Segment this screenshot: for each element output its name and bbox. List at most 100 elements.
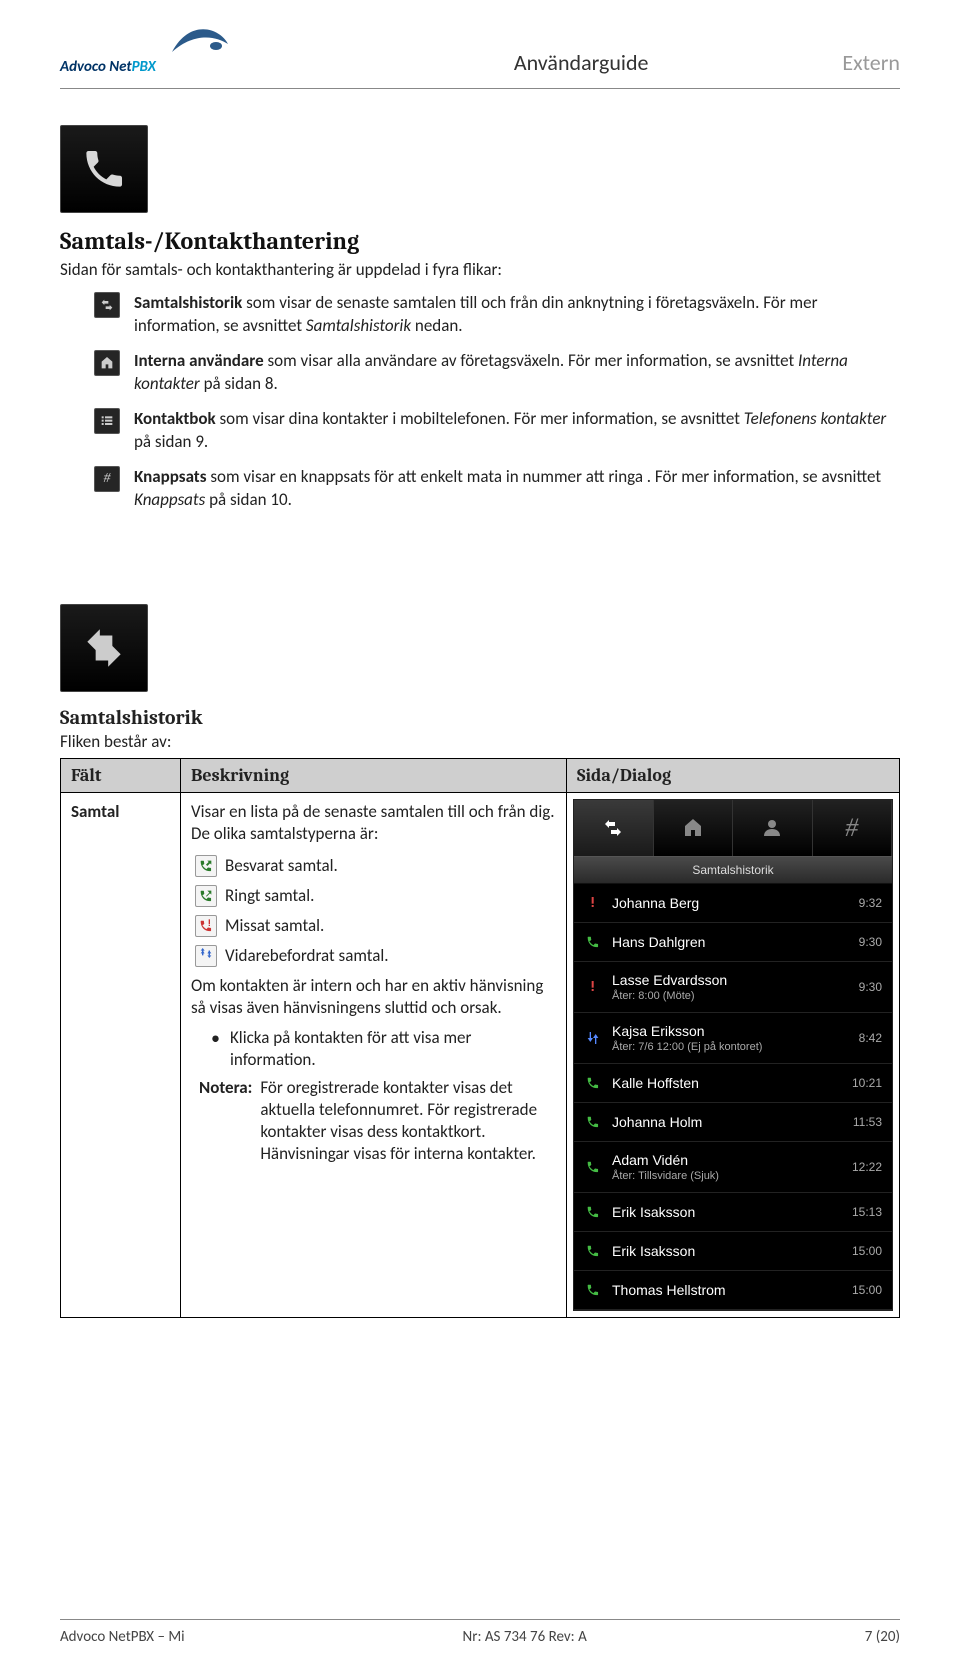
phone-row-name: Johanna Holm (612, 1114, 843, 1130)
phone-tab-contacts[interactable] (733, 800, 813, 856)
phone-row[interactable]: Kalle Hoffsten 10:21 (574, 1064, 892, 1103)
notera-text: För oregistrerade kontakter visas det ak… (260, 1077, 556, 1165)
phone-row-time: 15:00 (852, 1244, 882, 1258)
call-type-label: Vidarebefordrat samtal. (225, 945, 389, 966)
logo-text-2: PBX (132, 58, 156, 76)
tab-item-text: Knappsats som visar en knappsats för att… (134, 466, 900, 512)
phone-row-time: 9:30 (859, 980, 882, 994)
tab-item-text: Interna användare som visar alla använda… (134, 350, 900, 396)
phone-row-time: 15:13 (852, 1205, 882, 1219)
answered-call-icon (584, 1158, 602, 1176)
phone-row[interactable]: Johanna Holm11:53 (574, 1103, 892, 1142)
notera-row: Notera: För oregistrerade kontakter visa… (199, 1077, 556, 1165)
subsection-title: Samtalshistorik (60, 706, 900, 729)
phone-row-time: 15:00 (852, 1283, 882, 1297)
besk-after: Om kontakten är intern och har en aktiv … (191, 975, 556, 1019)
phone-row[interactable]: Erik Isaksson15:13 (574, 1193, 892, 1232)
phone-row-time: 9:32 (859, 896, 882, 910)
history-icon (94, 292, 120, 318)
phone-row[interactable]: Kajsa Eriksson Åter: 7/6 12:00 (Ej på kon… (574, 1013, 892, 1064)
house-icon (94, 350, 120, 376)
phone-row-time: 12:22 (852, 1160, 882, 1174)
forwarded-call-icon (584, 1029, 602, 1047)
missed-call-icon (584, 894, 602, 912)
phone-row-sub: Åter: Tillsvidare (Sjuk) (612, 1170, 842, 1182)
header-right: Extern (842, 49, 900, 76)
logo: Advoco NetPBX (60, 30, 230, 76)
footer-left: Advoco NetPBX – Mi (60, 1628, 185, 1646)
phone-row[interactable]: Johanna Berg 9:32 (574, 884, 892, 923)
tab-item: Interna användare som visar alla använda… (94, 350, 900, 396)
answered-call-icon (584, 933, 602, 951)
call-type-missed: Missat samtal. (195, 915, 556, 937)
hash-icon: # (94, 466, 120, 492)
th-besk: Beskrivning (181, 758, 567, 792)
phone-subheader: Samtalshistorik (574, 856, 892, 884)
phone-tab-keypad[interactable]: # (813, 800, 893, 856)
phone-tab-history[interactable] (574, 800, 654, 856)
phone-tabs: # (574, 800, 892, 856)
phone-row[interactable]: Thomas Hellstrom 15:00 (574, 1271, 892, 1310)
phone-row[interactable]: Lasse Edvardsson Åter: 8:00 (Möte) 9:30 (574, 962, 892, 1013)
cell-falt: Samtal (61, 792, 181, 1317)
list-icon (94, 408, 120, 434)
tab-item: Kontaktbok som visar dina kontakter i mo… (94, 408, 900, 454)
section-title: Samtals-/Kontakthantering (60, 227, 900, 255)
outgoing-call-icon (584, 1281, 602, 1299)
phone-row-sub: Åter: 7/6 12:00 (Ej på kontoret) (612, 1041, 849, 1053)
outgoing-call-icon (584, 1113, 602, 1131)
tabs-list: Samtalshistorik som visar de senaste sam… (94, 292, 900, 512)
footer-center: Nr: AS 734 76 Rev: A (463, 1628, 587, 1646)
outgoing-call-icon (584, 1203, 602, 1221)
answered-call-icon (584, 1242, 602, 1260)
phone-row[interactable]: Adam Vidén Åter: Tillsvidare (Sjuk) 12:22 (574, 1142, 892, 1193)
call-type-label: Besvarat samtal. (225, 855, 338, 876)
notera-label: Notera: (199, 1077, 252, 1165)
call-type-outgoing: Ringt samtal. (195, 885, 556, 907)
besk-main: Visar en lista på de senaste samtalen ti… (191, 801, 556, 845)
phone-row-name: Kajsa Eriksson (612, 1023, 849, 1039)
arrows-icon (60, 604, 148, 692)
call-type-forwarded: Vidarebefordrat samtal. (195, 945, 556, 967)
phone-row-name: Lasse Edvardsson (612, 972, 849, 988)
phone-mock: # Samtalshistorik Johanna Berg 9:32 Hans D… (573, 799, 893, 1311)
phone-row[interactable]: Hans Dahlgren 9:30 (574, 923, 892, 962)
tab-item-text: Samtalshistorik som visar de senaste sam… (134, 292, 900, 338)
handset-icon (60, 125, 148, 213)
page-header: Advoco NetPBX Användarguide Extern (60, 30, 900, 80)
phone-row[interactable]: Erik Isaksson 15:00 (574, 1232, 892, 1271)
phone-row-name: Thomas Hellstrom (612, 1282, 842, 1298)
page-footer: Advoco NetPBX – Mi Nr: AS 734 76 Rev: A … (60, 1619, 900, 1646)
missed-call-icon (195, 915, 217, 937)
tab-item: # Knappsats som visar en knappsats för at… (94, 466, 900, 512)
subsection-intro: Fliken består av: (60, 731, 900, 752)
footer-right: 7 (20) (865, 1628, 900, 1646)
call-type-answered: Besvarat samtal. (195, 855, 556, 877)
cell-besk: Visar en lista på de senaste samtalen ti… (181, 792, 567, 1317)
phone-row-time: 8:42 (859, 1031, 882, 1045)
phone-row-name: Erik Isaksson (612, 1243, 842, 1259)
outgoing-call-icon (195, 885, 217, 907)
th-dialog: Sida/Dialog (567, 758, 900, 792)
header-divider (60, 88, 900, 89)
answered-call-icon (195, 855, 217, 877)
missed-call-icon (584, 978, 602, 996)
phone-row-time: 9:30 (859, 935, 882, 949)
fields-table: Fält Beskrivning Sida/Dialog Samtal Visa… (60, 758, 900, 1318)
forwarded-call-icon (195, 945, 217, 967)
outgoing-call-icon (584, 1074, 602, 1092)
tab-item-text: Kontaktbok som visar dina kontakter i mo… (134, 408, 900, 454)
th-falt: Fält (61, 758, 181, 792)
phone-row-name: Hans Dahlgren (612, 934, 849, 950)
cell-dialog: # Samtalshistorik Johanna Berg 9:32 Hans D… (567, 792, 900, 1317)
phone-row-name: Adam Vidén (612, 1152, 842, 1168)
header-title: Användarguide (230, 49, 842, 76)
tab-item: Samtalshistorik som visar de senaste sam… (94, 292, 900, 338)
phone-row-name: Johanna Berg (612, 895, 849, 911)
phone-row-name: Kalle Hoffsten (612, 1075, 842, 1091)
phone-row-sub: Åter: 8:00 (Möte) (612, 990, 849, 1002)
phone-row-time: 10:21 (852, 1076, 882, 1090)
phone-tab-internal[interactable] (654, 800, 734, 856)
call-type-label: Ringt samtal. (225, 885, 314, 906)
call-type-label: Missat samtal. (225, 915, 324, 936)
